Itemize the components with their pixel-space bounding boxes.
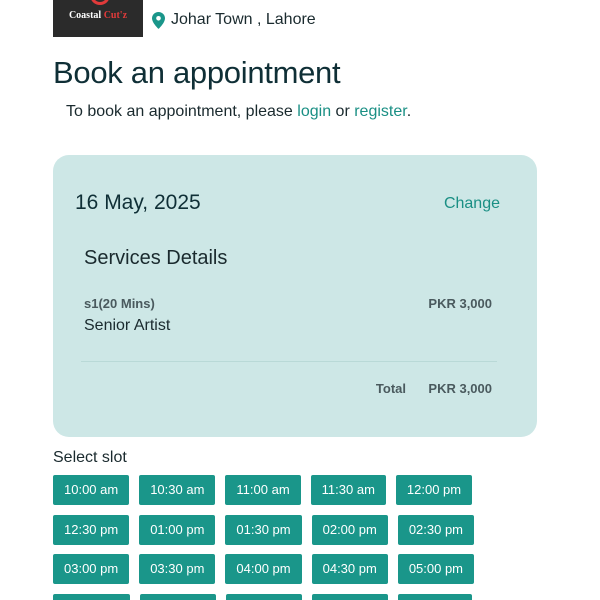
time-slot-button[interactable]: 12:30 pm xyxy=(53,515,130,545)
change-date-link[interactable]: Change xyxy=(444,195,500,213)
total-label: Total xyxy=(375,381,406,396)
login-note: To book an appointment, please login or … xyxy=(66,103,411,121)
time-slot-button[interactable]: 03:30 pm xyxy=(139,554,216,584)
time-slot-button[interactable]: 02:00 pm xyxy=(311,515,388,545)
services-details-heading: Services Details xyxy=(84,247,228,269)
login-link[interactable]: login xyxy=(297,103,331,120)
time-slot-button[interactable]: 01:00 pm xyxy=(139,515,216,545)
time-slot-button[interactable]: 11:30 am xyxy=(310,475,386,505)
page-title: Book an appointment xyxy=(53,55,341,90)
location-pin-icon xyxy=(152,11,165,29)
time-slot-button[interactable] xyxy=(226,594,302,600)
service-code: s1(20 Mins) xyxy=(84,296,155,311)
slot-row: 03:00 pm 03:30 pm 04:00 pm 04:30 pm 05:0… xyxy=(53,554,484,584)
slot-row-partial xyxy=(53,594,482,600)
slot-row: 12:30 pm 01:00 pm 01:30 pm 02:00 pm 02:3… xyxy=(53,515,484,545)
time-slot-button[interactable]: 10:30 am xyxy=(139,475,216,505)
logo-mark xyxy=(90,0,110,5)
time-slot-button[interactable]: 03:00 pm xyxy=(53,554,130,584)
booking-page: Coastal Cut'z Johar Town , Lahore Book a… xyxy=(0,0,600,600)
time-slot-button[interactable]: 05:00 pm xyxy=(397,554,475,584)
select-slot-heading: Select slot xyxy=(53,449,127,466)
time-slot-button[interactable] xyxy=(53,594,130,600)
login-note-prefix: To book an appointment, please xyxy=(66,103,298,120)
time-slot-button[interactable]: 10:00 am xyxy=(53,475,130,505)
time-slot-button[interactable] xyxy=(312,594,388,600)
booking-date: 16 May, 2025 xyxy=(75,191,201,214)
login-note-middle: or xyxy=(331,103,355,120)
brand-logo[interactable]: Coastal Cut'z xyxy=(53,0,143,37)
total-value: PKR 3,000 xyxy=(428,381,492,396)
logo-text: Coastal Cut'z xyxy=(53,10,143,21)
time-slot-button[interactable]: 04:00 pm xyxy=(225,554,302,584)
time-slot-button[interactable] xyxy=(398,594,472,600)
slot-row: 10:00 am 10:30 am 11:00 am 11:30 am 12:0… xyxy=(53,475,482,505)
time-slot-button[interactable] xyxy=(140,594,216,600)
service-name: Senior Artist xyxy=(84,317,171,334)
logo-text-main: Coastal xyxy=(68,10,104,21)
logo-text-accent: Cut'z xyxy=(103,10,128,21)
time-slot-button[interactable]: 02:30 pm xyxy=(397,515,475,545)
login-note-suffix: . xyxy=(406,103,412,120)
register-link[interactable]: register xyxy=(354,103,406,120)
time-slot-button[interactable]: 01:30 pm xyxy=(225,515,302,545)
service-price: PKR 3,000 xyxy=(428,296,492,311)
booking-summary-card: 16 May, 2025 Change Services Details s1(… xyxy=(53,155,537,437)
time-slot-button[interactable]: 04:30 pm xyxy=(311,554,388,584)
salon-location: Johar Town , Lahore xyxy=(152,11,316,29)
card-divider xyxy=(81,361,497,362)
location-text: Johar Town , Lahore xyxy=(171,11,316,28)
time-slot-button[interactable]: 12:00 pm xyxy=(395,475,473,505)
time-slot-button[interactable]: 11:00 am xyxy=(225,475,301,505)
